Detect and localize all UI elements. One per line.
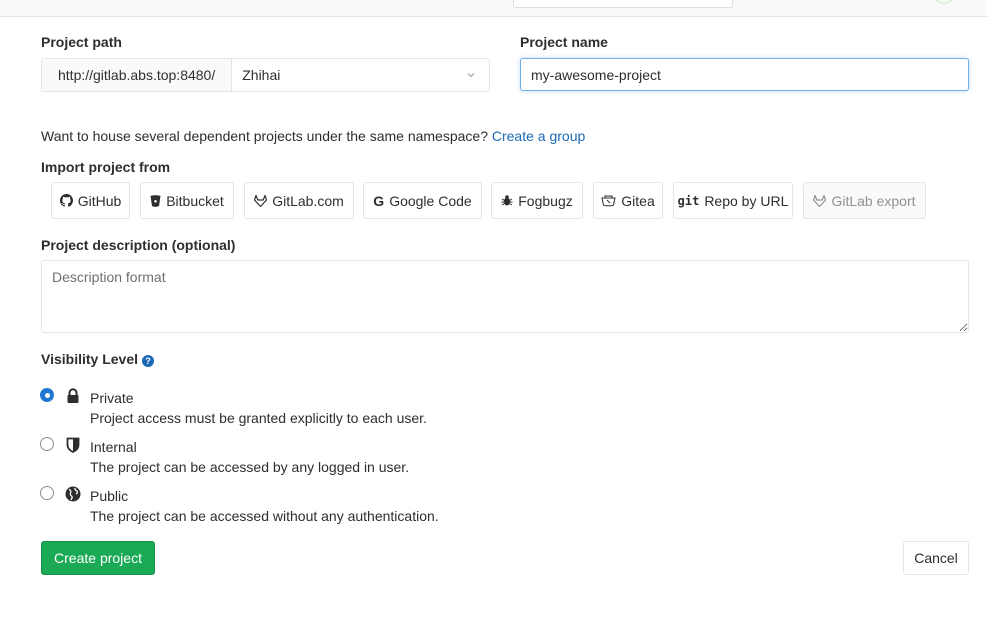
public-radio[interactable] — [40, 486, 54, 500]
avatar[interactable] — [934, 0, 954, 4]
project-name-label: Project name — [520, 34, 608, 50]
private-title: Private — [90, 390, 134, 406]
description-textarea[interactable] — [41, 260, 969, 333]
create-group-link[interactable]: Create a group — [492, 128, 585, 144]
bitbucket-icon — [150, 194, 161, 207]
project-path-prefix: http://gitlab.abs.top:8480/ — [41, 58, 232, 92]
google-icon: G — [373, 192, 385, 209]
visibility-label: Visibility Level? — [41, 351, 155, 367]
public-title: Public — [90, 488, 129, 504]
create-project-button[interactable]: Create project — [41, 541, 155, 575]
namespace-select-value: Zhihai — [242, 67, 281, 83]
namespace-select[interactable]: Zhihai — [231, 58, 490, 92]
project-path-label: Project path — [41, 34, 122, 50]
import-bitbucket-label: Bitbucket — [166, 192, 224, 209]
lock-icon — [67, 388, 79, 403]
gitea-icon — [601, 195, 616, 207]
import-github-button[interactable]: GitHub — [51, 182, 130, 219]
globe-icon — [65, 486, 81, 502]
top-navbar — [0, 0, 987, 17]
import-gitlab-com-button[interactable]: GitLab.com — [244, 182, 354, 219]
visibility-label-text: Visibility Level — [41, 351, 139, 367]
import-gitlab-com-label: GitLab.com — [272, 192, 344, 209]
bug-icon — [501, 194, 513, 207]
namespace-hint-text: Want to house several dependent projects… — [41, 128, 488, 144]
import-google-code-button[interactable]: G Google Code — [363, 182, 482, 219]
github-icon — [59, 194, 73, 207]
project-path-group: http://gitlab.abs.top:8480/ Zhihai — [41, 58, 490, 92]
import-label: Import project from — [41, 159, 171, 175]
chevron-down-icon — [467, 73, 475, 78]
import-gitea-label: Gitea — [621, 192, 655, 209]
import-repo-by-url-label: Repo by URL — [704, 192, 789, 209]
import-bitbucket-button[interactable]: Bitbucket — [140, 182, 234, 219]
private-radio[interactable] — [40, 388, 54, 402]
internal-radio[interactable] — [40, 437, 54, 451]
private-description: Project access must be granted explicitl… — [90, 410, 427, 426]
cancel-button[interactable]: Cancel — [903, 541, 969, 575]
gitlab-icon — [813, 194, 827, 207]
top-search-input[interactable] — [513, 0, 733, 8]
import-gitlab-export-label: GitLab export — [831, 192, 916, 209]
import-fogbugz-label: Fogbugz — [518, 192, 573, 209]
internal-description: The project can be accessed by any logge… — [90, 459, 410, 475]
import-repo-by-url-button[interactable]: git Repo by URL — [673, 182, 793, 219]
namespace-hint: Want to house several dependent projects… — [41, 128, 585, 144]
project-name-input[interactable] — [520, 58, 969, 91]
import-fogbugz-button[interactable]: Fogbugz — [491, 182, 583, 219]
import-google-code-label: Google Code — [389, 192, 472, 209]
shield-icon — [66, 437, 80, 453]
import-gitlab-export-button: GitLab export — [803, 182, 926, 219]
gitlab-icon — [254, 194, 268, 207]
public-description: The project can be accessed without any … — [90, 508, 439, 524]
description-label: Project description (optional) — [41, 237, 236, 253]
import-github-label: GitHub — [77, 192, 122, 209]
internal-title: Internal — [90, 439, 137, 455]
help-icon[interactable]: ? — [142, 355, 155, 367]
git-icon: git — [677, 193, 700, 208]
import-gitea-button[interactable]: Gitea — [593, 182, 663, 219]
